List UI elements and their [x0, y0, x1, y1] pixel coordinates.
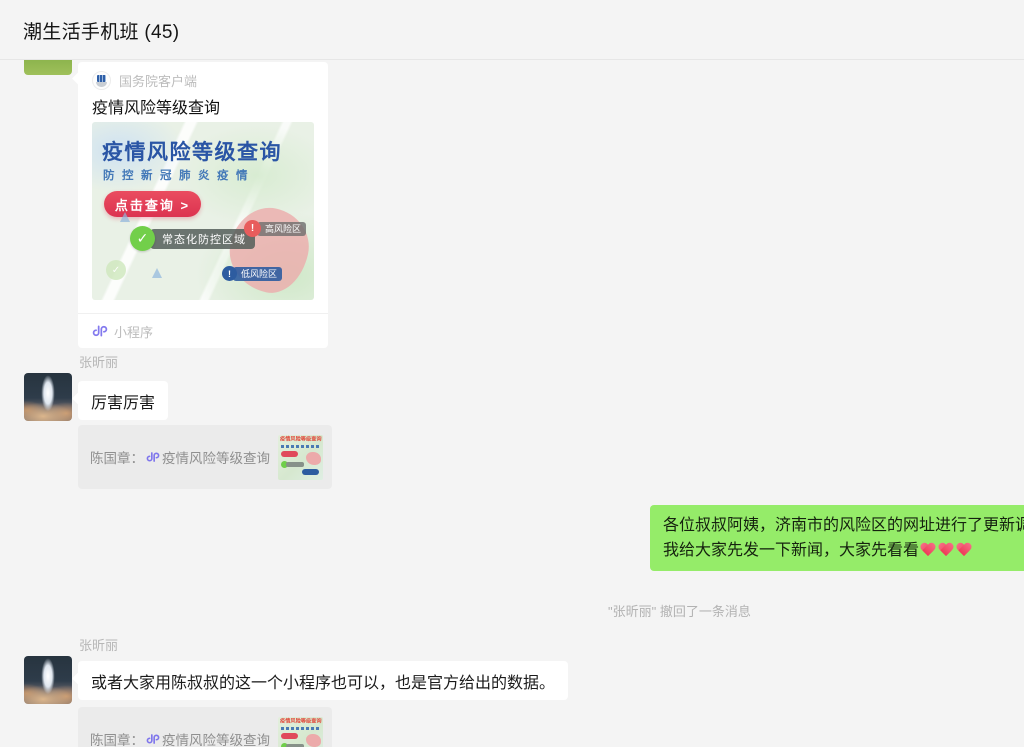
mini-program-card[interactable]: 国务院客户端 疫情风险等级查询 疫情风险等级查询 防控新冠肺炎疫情 点击查询 >… — [78, 62, 328, 348]
tag-low-label: 低风险区 — [233, 267, 282, 281]
chat-header: 潮生活手机班 (45) — [0, 0, 1024, 60]
thumb-risk-blob — [306, 452, 321, 465]
check-icon: ✓ — [130, 226, 155, 251]
thumb-button-shape — [281, 733, 298, 739]
quote-text: 陈国章： 疫情风险等级查询 — [90, 707, 270, 747]
mini-program-source-label: 国务院客户端 — [119, 71, 197, 90]
quote-title: 疫情风险等级查询 — [162, 729, 270, 747]
own-message-line1: 各位叔叔阿姨，济南市的风险区的网址进行了更新调 — [663, 513, 1024, 538]
message-bubble[interactable]: 或者大家用陈叔叔的这一个小程序也可以，也是官方给出的数据。 — [78, 661, 568, 700]
avatar[interactable] — [24, 373, 72, 421]
chat-title: 潮生活手机班 (45) — [23, 17, 179, 44]
bubble-tail — [72, 672, 85, 685]
message-text: 厉害厉害 — [91, 389, 155, 413]
own-message-line2: 我给大家先发一下新闻，大家先看看 — [663, 538, 1024, 563]
sender-name: 张昕丽 — [79, 635, 118, 654]
heart-icon — [938, 543, 954, 557]
map-pin-icon — [120, 212, 130, 222]
own-message-bubble[interactable]: 各位叔叔阿姨，济南市的风险区的网址进行了更新调 我给大家先发一下新闻，大家先看看 — [650, 505, 1024, 571]
quote-sender: 陈国章： — [90, 729, 144, 747]
bubble-tail — [72, 392, 85, 405]
thumb-subtitle-row — [281, 445, 319, 448]
thumb-headline: 疫情风险等级查询 — [280, 437, 323, 442]
thumb-headline: 疫情风险等级查询 — [280, 719, 323, 724]
quote-sender: 陈国章： — [90, 447, 144, 467]
quote-thumbnail: 疫情风险等级查询 — [278, 435, 323, 480]
check-icon-faded: ✓ — [106, 260, 126, 280]
thumb-subtitle-row — [281, 727, 319, 730]
bubble-tail — [72, 72, 85, 85]
quote-text: 陈国章： 疫情风险等级查询 — [90, 425, 270, 489]
avatar[interactable] — [24, 656, 72, 704]
gov-app-icon — [92, 71, 111, 90]
recall-notice: "张昕丽" 撤回了一条消息 — [608, 601, 751, 620]
tag-normal-zone: ✓ 常态化防控区域 — [130, 226, 255, 251]
quote-title: 疫情风险等级查询 — [162, 447, 270, 467]
quoted-mini-program[interactable]: 陈国章： 疫情风险等级查询 疫情风险等级查询 — [78, 707, 332, 747]
wechat-chat-window: 潮生活手机班 (45) 国务院客户端 疫情风险等级查询 疫情风险等级查询 防控新… — [0, 0, 1024, 747]
mini-program-source: 国务院客户端 — [92, 70, 197, 90]
quote-thumbnail: 疫情风险等级查询 — [278, 717, 323, 747]
cover-headline: 疫情风险等级查询 — [102, 136, 282, 166]
tag-normal-label: 常态化防控区域 — [150, 229, 255, 249]
mini-program-icon — [92, 323, 108, 339]
heart-icon — [956, 543, 972, 557]
card-divider — [78, 313, 328, 314]
mini-program-footer: 小程序 — [92, 320, 153, 342]
own-message-line2-text: 我给大家先发一下新闻，大家先看看 — [663, 542, 919, 559]
mini-program-footer-label: 小程序 — [114, 322, 153, 341]
mini-program-icon — [146, 732, 160, 746]
thumb-button-shape — [281, 451, 298, 457]
exclamation-icon: ! — [244, 220, 261, 237]
message-text: 或者大家用陈叔叔的这一个小程序也可以，也是官方给出的数据。 — [91, 669, 555, 693]
quoted-mini-program[interactable]: 陈国章： 疫情风险等级查询 疫情风险等级查询 — [78, 425, 332, 489]
heart-icon — [920, 543, 936, 557]
tag-high-label: 高风险区 — [257, 222, 306, 236]
message-bubble[interactable]: 厉害厉害 — [78, 381, 168, 420]
sender-name: 张昕丽 — [79, 352, 118, 371]
map-pin-icon — [152, 268, 162, 278]
cover-query-button: 点击查询 > — [104, 191, 201, 217]
tag-high-risk: ! 高风险区 — [244, 220, 306, 237]
thumb-blue-pill — [302, 469, 319, 475]
exclamation-icon: ! — [222, 266, 237, 281]
cover-subtitle: 防控新冠肺炎疫情 — [103, 167, 255, 183]
mini-program-icon — [146, 450, 160, 464]
mini-program-cover-image[interactable]: 疫情风险等级查询 防控新冠肺炎疫情 点击查询 > ✓ 常态化防控区域 ! 高风险… — [92, 122, 314, 300]
mini-program-title: 疫情风险等级查询 — [92, 94, 220, 118]
tag-low-risk: ! 低风险区 — [222, 266, 282, 281]
thumb-risk-blob — [306, 734, 321, 747]
thumb-gray-pill — [286, 462, 304, 467]
